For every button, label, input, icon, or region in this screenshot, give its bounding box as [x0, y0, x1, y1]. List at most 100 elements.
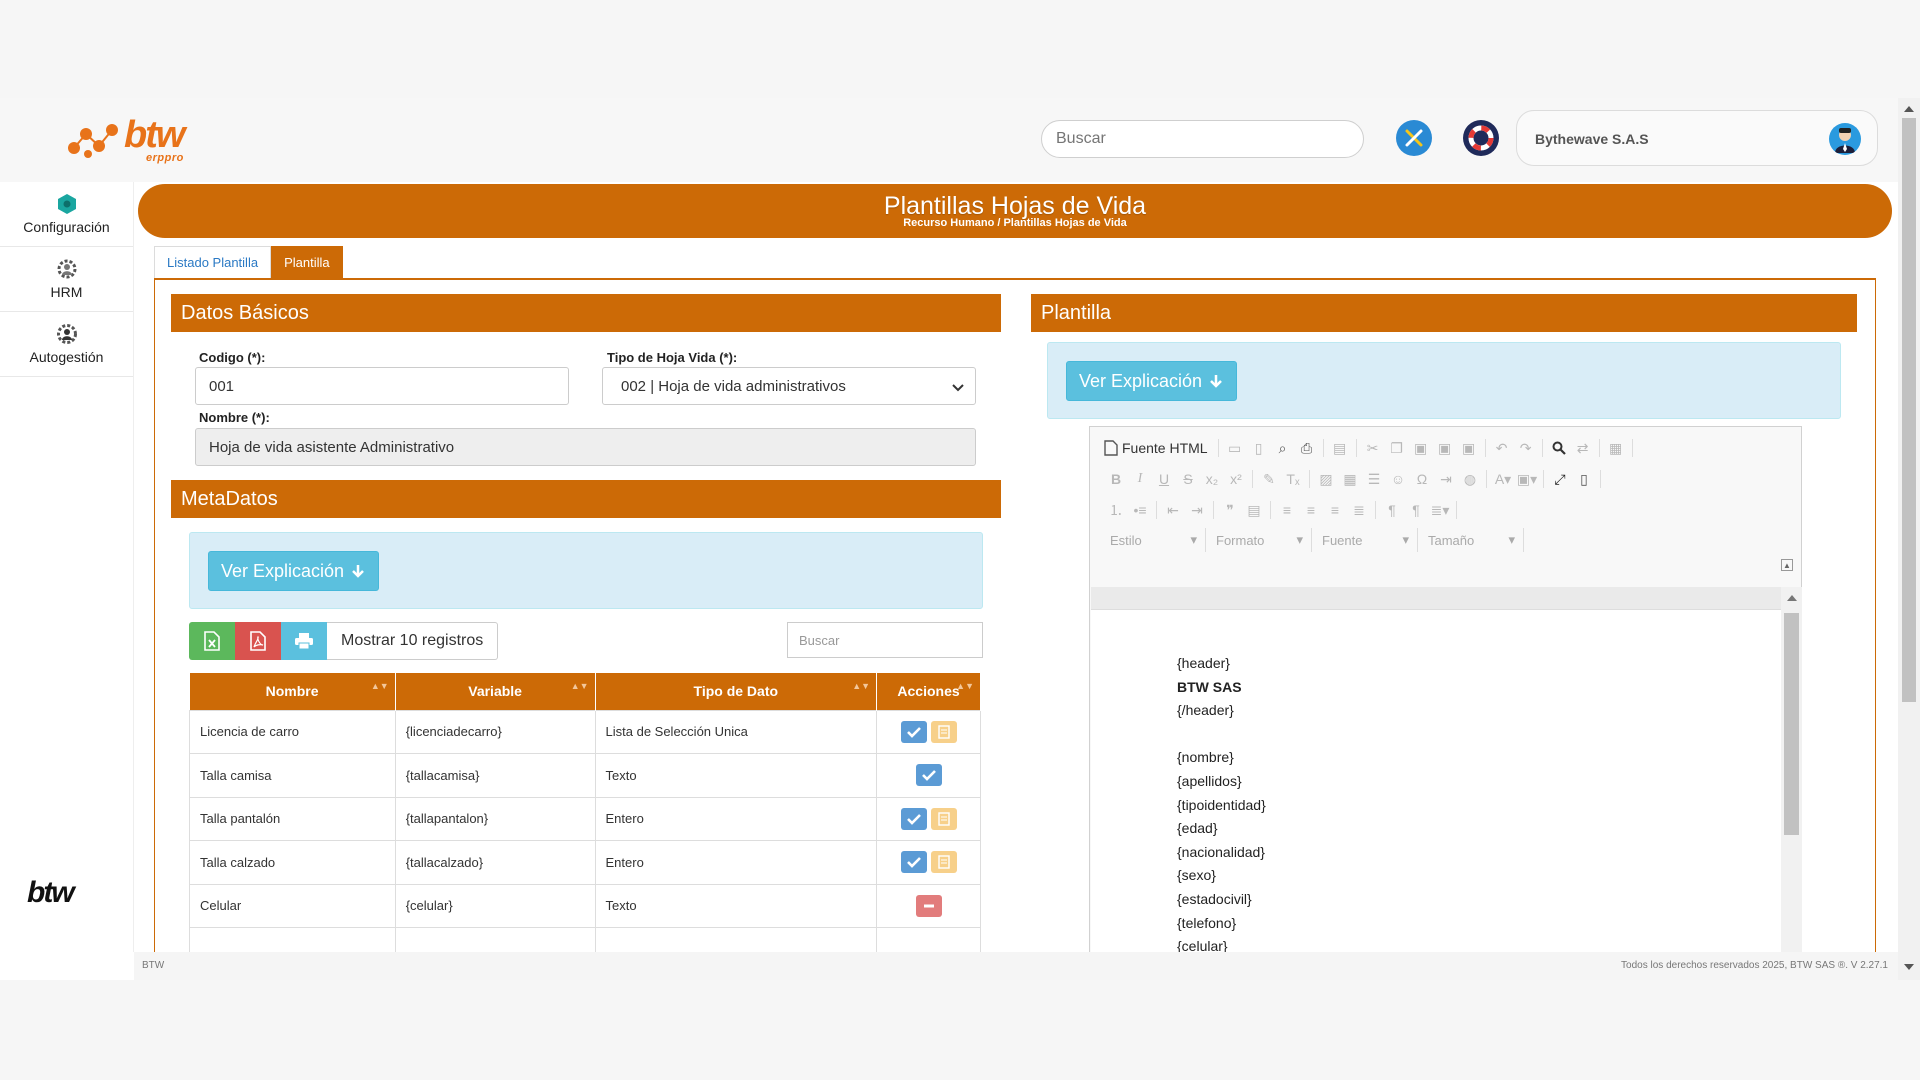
- image-icon[interactable]: ▨: [1314, 468, 1338, 490]
- cut-icon[interactable]: ✂: [1361, 437, 1385, 459]
- new-page-icon[interactable]: ▯: [1247, 437, 1271, 459]
- export-excel-button[interactable]: [189, 622, 235, 660]
- document-icon[interactable]: [930, 851, 957, 874]
- user-gear-icon: [56, 324, 77, 344]
- paste-word-icon[interactable]: ▣: [1457, 437, 1481, 459]
- page-break-icon[interactable]: ⇥: [1434, 468, 1458, 490]
- style-combo[interactable]: Estilo ▾: [1100, 528, 1206, 552]
- table-cell-variable: {tallacamisa}: [394, 753, 596, 798]
- column-header-variable[interactable]: Variable ▲▼: [395, 673, 596, 710]
- tipo-hoja-vida-select[interactable]: 002 | Hoja de vida administrativos: [602, 367, 976, 405]
- metadatos-explain-button[interactable]: Ver Explicación: [208, 551, 380, 591]
- erp-logo[interactable]: btw erppro: [66, 114, 196, 166]
- print-button[interactable]: [281, 622, 327, 660]
- table-icon[interactable]: ▦: [1338, 468, 1362, 490]
- delete-icon[interactable]: [915, 894, 942, 917]
- source-html-button[interactable]: Fuente HTML: [1104, 440, 1214, 456]
- bulleted-list-icon[interactable]: •≡: [1128, 499, 1152, 521]
- column-header-nombre[interactable]: Nombre ▲▼: [189, 673, 396, 710]
- align-right-icon[interactable]: ≡: [1323, 499, 1347, 521]
- rtl-icon[interactable]: ¶: [1404, 499, 1428, 521]
- sidebar-item-configuracion[interactable]: Configuración: [0, 182, 133, 247]
- language-icon[interactable]: ≣▾: [1428, 499, 1452, 521]
- size-combo[interactable]: Tamaño ▾: [1418, 528, 1524, 552]
- tools-button[interactable]: [1396, 120, 1432, 156]
- document-icon[interactable]: [930, 807, 957, 830]
- table-cell-nombre: Talla calzado: [189, 840, 396, 885]
- scroll-up-icon[interactable]: [1787, 595, 1797, 601]
- save-icon[interactable]: ▭: [1223, 437, 1247, 459]
- paste-icon[interactable]: ▣: [1409, 437, 1433, 459]
- format-combo[interactable]: Formato ▾: [1206, 528, 1312, 552]
- column-header-acciones[interactable]: Acciones ▲▼: [876, 673, 981, 710]
- bold-icon[interactable]: B: [1104, 468, 1128, 490]
- user-avatar-icon[interactable]: [1829, 123, 1861, 155]
- font-combo[interactable]: Fuente ▾: [1312, 528, 1418, 552]
- tab-listado-plantilla[interactable]: Listado Plantilla: [154, 246, 272, 278]
- show-records-button[interactable]: Mostrar 10 registros: [327, 622, 499, 660]
- italic-icon[interactable]: I: [1128, 468, 1152, 490]
- ltr-icon[interactable]: ¶: [1380, 499, 1404, 521]
- underline-icon[interactable]: U: [1152, 468, 1176, 490]
- collapse-toolbar-icon[interactable]: ▲: [1781, 559, 1793, 571]
- codigo-field[interactable]: 001: [195, 367, 569, 405]
- strikethrough-icon[interactable]: S: [1176, 468, 1200, 490]
- show-blocks-icon[interactable]: ▯: [1572, 468, 1596, 490]
- edit-check-icon[interactable]: [900, 807, 927, 830]
- nombre-field[interactable]: Hoja de vida asistente Administrativo: [195, 428, 976, 466]
- support-button[interactable]: [1463, 120, 1499, 156]
- blockquote-icon[interactable]: ❞: [1218, 499, 1242, 521]
- sidebar-item-autogestion[interactable]: Autogestión: [0, 312, 133, 377]
- company-selector[interactable]: Bythewave S.A.S: [1516, 110, 1878, 166]
- plantilla-explain-button[interactable]: Ver Explicación: [1066, 361, 1238, 401]
- sidebar-brand-logo: btw: [27, 876, 75, 909]
- find-icon[interactable]: [1547, 437, 1571, 459]
- align-left-icon[interactable]: ≡: [1275, 499, 1299, 521]
- edit-check-icon[interactable]: [900, 720, 927, 743]
- print-icon[interactable]: ⎙: [1295, 437, 1319, 459]
- iframe-icon[interactable]: ◍: [1458, 468, 1482, 490]
- superscript-icon[interactable]: x²: [1224, 468, 1248, 490]
- page-scroll-thumb[interactable]: [1902, 118, 1916, 702]
- subscript-icon[interactable]: x₂: [1200, 468, 1224, 490]
- replace-icon[interactable]: ⇄: [1571, 437, 1595, 459]
- edit-check-icon[interactable]: [915, 764, 942, 787]
- templates-icon[interactable]: ▤: [1328, 437, 1352, 459]
- table-search-input[interactable]: Buscar: [787, 622, 983, 658]
- document-icon[interactable]: [930, 720, 957, 743]
- align-center-icon[interactable]: ≡: [1299, 499, 1323, 521]
- editor-scrollbar[interactable]: [1781, 587, 1802, 957]
- smiley-icon[interactable]: ☺: [1386, 468, 1410, 490]
- select-all-icon[interactable]: ▦: [1604, 437, 1628, 459]
- text-color-icon[interactable]: A▾: [1491, 468, 1515, 490]
- align-justify-icon[interactable]: ≣: [1347, 499, 1371, 521]
- global-search-input[interactable]: [1041, 120, 1364, 158]
- paste-text-icon[interactable]: ▣: [1433, 437, 1457, 459]
- numbered-list-icon[interactable]: ⒈: [1104, 499, 1128, 521]
- tab-plantilla[interactable]: Plantilla: [271, 246, 343, 278]
- column-header-tipo-dato[interactable]: Tipo de Dato ▲▼: [595, 673, 878, 710]
- edit-check-icon[interactable]: [900, 851, 927, 874]
- copy-icon[interactable]: ❐: [1385, 437, 1409, 459]
- horizontal-line-icon[interactable]: ☰: [1362, 468, 1386, 490]
- bg-color-icon[interactable]: ▣▾: [1515, 468, 1539, 490]
- indent-icon[interactable]: ⇥: [1185, 499, 1209, 521]
- div-container-icon[interactable]: ▤: [1242, 499, 1266, 521]
- editor-scroll-thumb[interactable]: [1784, 613, 1799, 835]
- sidebar-item-hrm[interactable]: HRM: [0, 247, 133, 312]
- editor-content-area[interactable]: {header} BTW SAS {/header} {nombre} {apelli…: [1091, 609, 1781, 957]
- outdent-icon[interactable]: ⇤: [1161, 499, 1185, 521]
- undo-icon[interactable]: ↶: [1490, 437, 1514, 459]
- preview-icon[interactable]: ⌕: [1271, 437, 1295, 459]
- remove-format-icon[interactable]: Tₓ: [1281, 468, 1305, 490]
- copy-format-icon[interactable]: ✎: [1257, 468, 1281, 490]
- export-pdf-button[interactable]: [235, 622, 281, 660]
- editor-toolbar-row-4: Estilo ▾ Formato ▾ Fuente ▾ Tamaño ▾: [1100, 527, 1524, 553]
- scroll-down-icon[interactable]: [1904, 964, 1914, 970]
- redo-icon[interactable]: ↷: [1514, 437, 1538, 459]
- scroll-up-icon[interactable]: [1904, 106, 1914, 112]
- special-char-icon[interactable]: Ω: [1410, 468, 1434, 490]
- page-scrollbar[interactable]: [1898, 98, 1920, 980]
- maximize-icon[interactable]: ⤢: [1548, 468, 1572, 490]
